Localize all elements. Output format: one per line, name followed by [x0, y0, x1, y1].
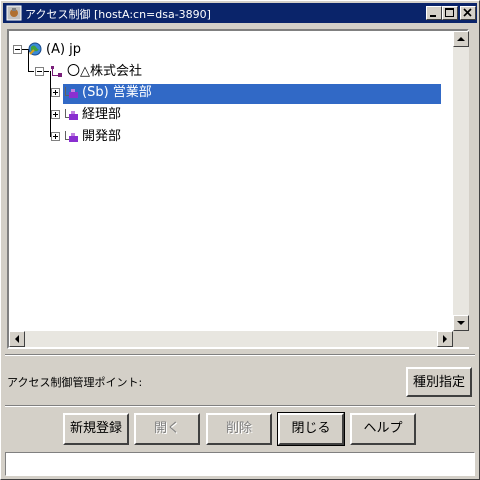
delete-button[interactable]: 削除: [206, 413, 272, 445]
new-register-button[interactable]: 新規登録: [63, 413, 129, 445]
minimize-icon: [430, 15, 436, 17]
access-control-point-label: アクセス制御管理ポイント:: [7, 376, 143, 389]
node-label: (A) jp: [46, 42, 82, 57]
access-control-window: アクセス制御 [hostA:cn=dsa-3890] (A) jp 〇△株式会社…: [0, 0, 480, 480]
tree-node-jp[interactable]: (A) jp: [13, 40, 313, 60]
scrollbar-corner: [453, 331, 469, 347]
close-button[interactable]: 閉じる: [277, 412, 345, 446]
org-unit-icon: [64, 86, 80, 104]
window-title: アクセス制御 [hostA:cn=dsa-3890]: [25, 8, 211, 21]
node-label: (Sb) 営業部: [80, 85, 154, 101]
close-icon: [463, 8, 472, 17]
tree-node-development-dept[interactable]: 開発部: [51, 127, 351, 147]
type-specify-button[interactable]: 種別指定: [406, 367, 472, 397]
arrow-down-icon: [457, 321, 465, 325]
app-icon: [6, 5, 22, 21]
globe-icon: [28, 42, 42, 60]
tree-node-sales-dept[interactable]: (Sb) 営業部: [51, 83, 471, 104]
title-bar[interactable]: アクセス制御 [hostA:cn=dsa-3890]: [3, 3, 477, 23]
open-button[interactable]: 開く: [134, 413, 200, 445]
organization-icon: [49, 64, 65, 84]
scroll-down-button[interactable]: [453, 315, 469, 331]
arrow-left-icon: [15, 335, 19, 343]
node-label: 経理部: [82, 107, 122, 122]
scroll-up-button[interactable]: [453, 31, 469, 47]
collapse-toggle[interactable]: [13, 45, 22, 54]
expand-toggle[interactable]: [51, 88, 60, 97]
vertical-scrollbar[interactable]: [453, 31, 469, 331]
tree-connector: [28, 71, 34, 72]
tree-node-company[interactable]: 〇△株式会社: [35, 62, 335, 82]
node-label: 開発部: [82, 129, 122, 144]
close-window-button[interactable]: [460, 6, 476, 20]
org-unit-icon: [64, 108, 80, 126]
scroll-left-button[interactable]: [9, 331, 25, 347]
maximize-icon: [445, 8, 454, 17]
horizontal-scrollbar[interactable]: [9, 331, 453, 347]
maximize-button[interactable]: [442, 6, 458, 20]
expand-toggle[interactable]: [51, 132, 60, 141]
arrow-up-icon: [457, 37, 465, 41]
node-label: 〇△株式会社: [67, 64, 142, 79]
separator: [5, 405, 475, 407]
org-unit-icon: [64, 130, 80, 148]
status-bar: [5, 452, 475, 476]
help-button[interactable]: ヘルプ: [350, 413, 416, 445]
collapse-toggle[interactable]: [35, 67, 44, 76]
tree-node-accounting-dept[interactable]: 経理部: [51, 105, 351, 125]
directory-tree[interactable]: (A) jp 〇△株式会社 (Sb) 営業部 経理部 開発部: [7, 29, 469, 349]
scroll-right-button[interactable]: [437, 331, 453, 347]
minimize-button[interactable]: [426, 6, 442, 20]
arrow-right-icon: [443, 335, 447, 343]
expand-toggle[interactable]: [51, 110, 60, 119]
separator: [5, 354, 475, 356]
